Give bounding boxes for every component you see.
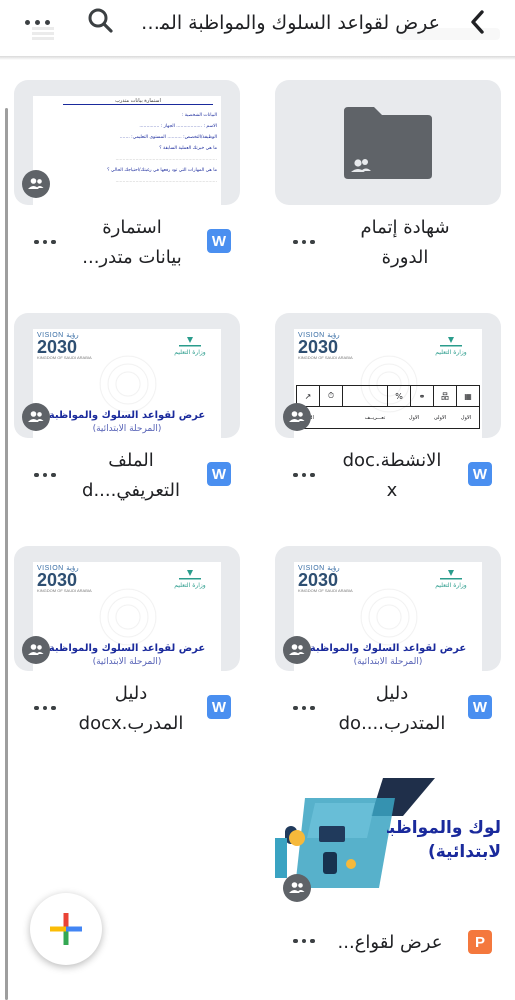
svg-text:وزارة التعليم: وزارة التعليم (435, 582, 467, 589)
svg-text:وزارة التعليم: وزارة التعليم (435, 349, 467, 356)
file-card-profile[interactable]: VISION رؤية 2030 KINGDOM OF SAUDI ARABIA… (14, 313, 240, 513)
app-header: عرض لقواعد السلوك والمواظبة المر... (0, 0, 515, 60)
slide-title: لوك والمواظبة لابتدائية) (387, 818, 501, 862)
shared-people-icon (22, 403, 50, 431)
file-more-button[interactable] (289, 698, 319, 718)
svg-text:وزارة التعليم: وزارة التعليم (174, 582, 206, 589)
doc-page-preview: VISION رؤية 2030 KINGDOM OF SAUDI ARABIA… (294, 562, 482, 671)
doc-page-preview: VISION رؤية 2030 KINGDOM OF SAUDI ARABIA… (33, 562, 221, 671)
more-vert-icon (24, 19, 30, 25)
file-name-line1: عرض لقواع... (337, 932, 443, 953)
word-file-type-icon: W (468, 695, 492, 719)
doc-thumbnail: VISION رؤية 2030 KINGDOM OF SAUDI ARABIA… (275, 546, 501, 671)
chevron-left-icon (471, 10, 484, 34)
vision-2030-logo: VISION رؤية 2030 KINGDOM OF SAUDI ARABIA (37, 332, 92, 360)
file-card-trainer-guide[interactable]: VISION رؤية 2030 KINGDOM OF SAUDI ARABIA… (14, 546, 240, 746)
doc-thumbnail: استمارة بيانات متدرب البيانات الشخصية : … (14, 80, 240, 205)
word-file-type-icon: W (207, 695, 231, 719)
file-more-button[interactable] (289, 465, 319, 485)
file-name-line1: شهادة إتمام (360, 217, 450, 238)
svg-text:وزارة التعليم: وزارة التعليم (174, 349, 206, 356)
moe-logo: وزارة التعليم (426, 568, 476, 590)
doc-thumbnail: VISION رؤية 2030 KINGDOM OF SAUDI ARABIA… (14, 313, 240, 438)
file-name-line2: الدورة (381, 247, 429, 268)
word-file-type-icon: W (468, 462, 492, 486)
file-name-line2: المتدرب....do (338, 713, 446, 734)
file-more-button[interactable] (30, 232, 60, 252)
file-name-line1: الملف (108, 450, 154, 471)
vision-2030-logo: VISION رؤية 2030 KINGDOM OF SAUDI ARABIA (37, 565, 92, 593)
file-name-line2: بيانات متدر... (82, 247, 182, 268)
moe-logo: وزارة التعليم (165, 335, 215, 357)
vision-2030-logo: VISION رؤية 2030 KINGDOM OF SAUDI ARABIA (298, 565, 353, 593)
shared-people-icon (22, 170, 50, 198)
activities-table: ↗ ⏱ % ⚭ 品 ▦ الاول الاولى الاول تعـــريــ… (296, 385, 480, 429)
back-button[interactable] (460, 4, 496, 40)
doc-thumbnail: VISION رؤية 2030 KINGDOM OF SAUDI ARABIA… (275, 313, 501, 438)
file-card-trainee-guide[interactable]: VISION رؤية 2030 KINGDOM OF SAUDI ARABIA… (275, 546, 501, 746)
file-name-line2: المدرب.docx (78, 713, 184, 734)
file-name-line1: دليل (375, 683, 409, 704)
folder-title: عرض لقواعد السلوك والمواظبة المر... (140, 12, 440, 34)
file-name-line2: التعريفي....d (82, 480, 180, 501)
doc-page-preview: VISION رؤية 2030 KINGDOM OF SAUDI ARABIA… (294, 329, 482, 438)
slide-thumbnail: لوك والمواظبة لابتدائية) (275, 778, 501, 903)
shared-people-icon (283, 403, 311, 431)
doc-thumbnail: VISION رؤية 2030 KINGDOM OF SAUDI ARABIA… (14, 546, 240, 671)
more-options-button[interactable] (22, 8, 52, 36)
plus-icon (50, 913, 82, 945)
shared-people-icon (283, 874, 311, 902)
powerpoint-file-type-icon: P (468, 930, 492, 954)
search-icon (88, 8, 113, 33)
vision-2030-logo: VISION رؤية 2030 KINGDOM OF SAUDI ARABIA (298, 332, 353, 360)
shared-people-icon (283, 636, 311, 664)
search-button[interactable] (84, 4, 118, 38)
header-shadow (0, 56, 515, 60)
file-card-folder[interactable]: شهادة إتمام الدورة (275, 80, 501, 280)
word-file-type-icon: W (207, 462, 231, 486)
file-name-line1: دليل (114, 683, 148, 704)
file-name-line1: استمارة (102, 217, 162, 238)
file-card-form[interactable]: استمارة بيانات متدرب البيانات الشخصية : … (14, 80, 240, 280)
moe-logo: وزارة التعليم (426, 335, 476, 357)
scrollbar[interactable] (5, 108, 8, 1000)
folder-thumbnail (275, 80, 501, 205)
file-card-presentation[interactable]: لوك والمواظبة لابتدائية) عرض لقواع... P (275, 778, 501, 978)
word-file-type-icon: W (207, 229, 231, 253)
file-name-line2: x (386, 480, 398, 501)
file-more-button[interactable] (289, 931, 319, 951)
file-more-button[interactable] (30, 465, 60, 485)
folder-icon (344, 107, 432, 179)
file-more-button[interactable] (30, 698, 60, 718)
new-item-fab[interactable] (30, 893, 102, 965)
shared-people-icon (22, 636, 50, 664)
file-name-line1: الانشطة.doc (342, 450, 442, 471)
file-card-activities[interactable]: VISION رؤية 2030 KINGDOM OF SAUDI ARABIA… (275, 313, 501, 513)
doc-page-preview: VISION رؤية 2030 KINGDOM OF SAUDI ARABIA… (33, 329, 221, 438)
doc-page-preview: استمارة بيانات متدرب البيانات الشخصية : … (33, 96, 221, 205)
moe-logo: وزارة التعليم (165, 568, 215, 590)
